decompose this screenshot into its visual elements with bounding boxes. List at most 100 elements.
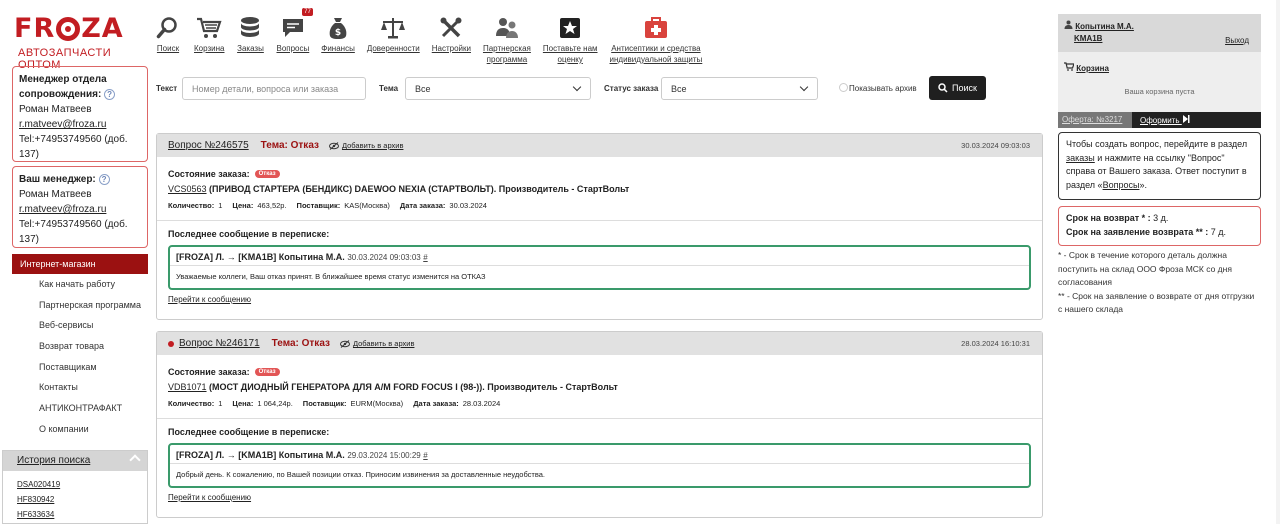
archive-checkbox-label[interactable]: Показывать архив xyxy=(849,84,917,93)
claim-term-value: 7 д. xyxy=(1210,227,1227,237)
menu-item-contacts[interactable]: Контакты xyxy=(12,377,148,398)
menu-item-anticounterfeit[interactable]: АНТИКОНТРАФАКТ xyxy=(12,398,148,419)
history-item[interactable]: DSA020419 xyxy=(17,477,133,492)
your-manager-title: Ваш менеджер: ? xyxy=(19,172,141,187)
user-login-link[interactable]: KMA1B xyxy=(1074,34,1102,43)
quantity-label: Количество: xyxy=(168,201,215,210)
nav-cart[interactable]: Корзина xyxy=(194,14,224,65)
quantity: Количество: 1 xyxy=(168,201,222,210)
price-value: 1 064,24р. xyxy=(257,399,293,408)
user-row: Копытина М.А. xyxy=(1064,20,1255,31)
supplier: Поставщик: EURM(Москва) xyxy=(303,399,403,408)
froza-logo[interactable]: FR ZA АВТОЗАПЧАСТИ ОПТОМ xyxy=(14,14,136,72)
info-text-3: ». xyxy=(1139,179,1147,190)
message-anchor-link[interactable]: # xyxy=(423,253,427,262)
your-manager-phone: Tel:+74953749560 (доб. 137) xyxy=(19,219,128,245)
cart-title-row: Корзина xyxy=(1064,62,1255,73)
search-history-title[interactable]: История поиска xyxy=(17,455,90,466)
add-to-archive-link[interactable]: Добавить в архив xyxy=(328,141,403,150)
message-text: Уважаемые коллеги, Ваш отказ принят. В б… xyxy=(176,272,486,281)
message-anchor-link[interactable]: # xyxy=(423,451,427,460)
price: Цена: 1 064,24р. xyxy=(232,399,292,408)
supplier: Поставщик: KAS(Москва) xyxy=(297,201,390,210)
return-terms: Срок на возврат * : 3 д. Срок на заявлен… xyxy=(1058,206,1261,246)
checkout-button[interactable]: Оформить xyxy=(1132,112,1198,128)
offer-link[interactable]: Оферта: №3217 xyxy=(1058,112,1132,128)
price-label: Цена: xyxy=(232,201,254,210)
supplier-label: Поставщик: xyxy=(302,399,347,408)
question-theme: Тема: Отказ xyxy=(271,338,330,349)
nav-partner[interactable]: Партнерская программа xyxy=(483,14,531,65)
go-to-message-link[interactable]: Перейти к сообщению xyxy=(168,493,1031,502)
order-state: Состояние заказа: Отказ xyxy=(168,169,1031,179)
arrow-right-icon xyxy=(1182,115,1190,123)
questions-link[interactable]: Вопросы xyxy=(1103,180,1140,190)
part-code-link[interactable]: VDB1071 xyxy=(168,382,207,392)
nav-finance[interactable]: $ Финансы xyxy=(321,14,355,65)
part-code-link[interactable]: VCS0563 xyxy=(168,184,207,194)
chevron-down-icon xyxy=(572,82,582,92)
page-scrollbar[interactable] xyxy=(1276,0,1280,524)
cart-empty-text: Ваша корзина пуста xyxy=(1124,87,1195,96)
last-message-label: Последнее сообщение в переписке: xyxy=(168,229,330,239)
go-to-message-link[interactable]: Перейти к сообщению xyxy=(168,295,1031,304)
question-date: 30.03.2024 09:03:03 xyxy=(961,141,1030,150)
menu-item-partner-program[interactable]: Партнерская программа xyxy=(12,295,148,316)
menu-item-about[interactable]: О компании xyxy=(12,419,148,440)
collapse-chevron-icon[interactable] xyxy=(129,454,141,466)
note-return: * - Срок в течение которого деталь должн… xyxy=(1058,250,1232,287)
eye-hidden-icon xyxy=(339,339,350,348)
your-manager-email[interactable]: r.matveev@froza.ru xyxy=(19,202,141,217)
last-message-box: [FROZA] Л. → [KMA1B] Копытина М.А. 30.03… xyxy=(168,245,1031,290)
menu-item-web-services[interactable]: Веб-сервисы xyxy=(12,315,148,336)
logout-link[interactable]: Выход xyxy=(1225,36,1249,45)
nav-questions[interactable]: 77 Вопросы xyxy=(276,8,313,65)
tools-icon xyxy=(437,14,465,42)
nav-rate-us[interactable]: Поставьте нам оценку xyxy=(543,14,598,65)
order-meta: Количество: 1 Цена: 1 064,24р. Поставщик: E… xyxy=(168,399,1031,408)
archive-checkbox[interactable] xyxy=(839,83,848,92)
database-icon xyxy=(236,14,264,42)
nav-powers[interactable]: Доверенности xyxy=(367,14,420,65)
supplier-value: EURM(Москва) xyxy=(350,399,404,408)
add-to-archive-link[interactable]: Добавить в архив xyxy=(339,339,414,348)
cart-actions: Оферта: №3217 Оформить xyxy=(1058,112,1261,128)
search-button[interactable]: Поиск xyxy=(929,76,986,100)
cart-link[interactable]: Корзина xyxy=(1076,64,1109,73)
menu-header[interactable]: Интернет-магазин xyxy=(12,254,148,274)
return-term-label: Срок на возврат * : xyxy=(1066,213,1151,223)
nav-antiseptics-label: Антисептики и средства индивидуальной за… xyxy=(609,44,703,64)
unread-dot-icon xyxy=(168,340,174,347)
question-card-header: Вопрос №246575 Тема: Отказ Добавить в ар… xyxy=(157,134,1042,157)
nav-search[interactable]: Поиск xyxy=(154,14,182,65)
chat-icon: 77 xyxy=(279,8,313,42)
cart-panel: Корзина Ваша корзина пуста xyxy=(1058,52,1261,112)
history-item[interactable]: HF830942 xyxy=(17,492,133,507)
status-select[interactable]: Все xyxy=(661,77,818,100)
orders-link[interactable]: заказы xyxy=(1066,153,1095,163)
nav-orders[interactable]: Заказы xyxy=(236,14,264,65)
menu-item-returns[interactable]: Возврат товара xyxy=(12,336,148,357)
user-name-link[interactable]: Копытина М.А. xyxy=(1075,22,1134,31)
menu-item-how-to-start[interactable]: Как начать работу xyxy=(12,274,148,295)
search-history-panel: История поиска DSA020419 HF830942 HF6336… xyxy=(2,450,148,524)
search-history-header[interactable]: История поиска xyxy=(3,451,147,471)
nav-questions-label: Вопросы xyxy=(276,44,310,53)
star-icon xyxy=(556,14,584,42)
help-icon[interactable]: ? xyxy=(104,88,116,100)
question-number-link[interactable]: Вопрос №246171 xyxy=(179,338,260,349)
support-manager-email[interactable]: r.matveev@froza.ru xyxy=(19,117,141,132)
nav-search-label: Поиск xyxy=(156,44,180,53)
menu-item-suppliers[interactable]: Поставщикам xyxy=(12,357,148,378)
question-number-link[interactable]: Вопрос №246575 xyxy=(168,140,249,151)
nav-settings-label: Настройки xyxy=(431,44,471,53)
nav-antiseptics[interactable]: Антисептики и средства индивидуальной за… xyxy=(609,14,703,65)
text-search-input[interactable]: Номер детали, вопроса или заказа xyxy=(182,77,366,100)
help-icon[interactable]: ? xyxy=(98,173,110,185)
theme-select[interactable]: Все xyxy=(405,77,591,100)
history-item[interactable]: HF633634 xyxy=(17,507,133,522)
status-badge: Отказ xyxy=(254,170,280,178)
status-badge: Отказ xyxy=(254,368,280,376)
search-icon xyxy=(938,83,948,93)
nav-settings[interactable]: Настройки xyxy=(432,14,471,65)
